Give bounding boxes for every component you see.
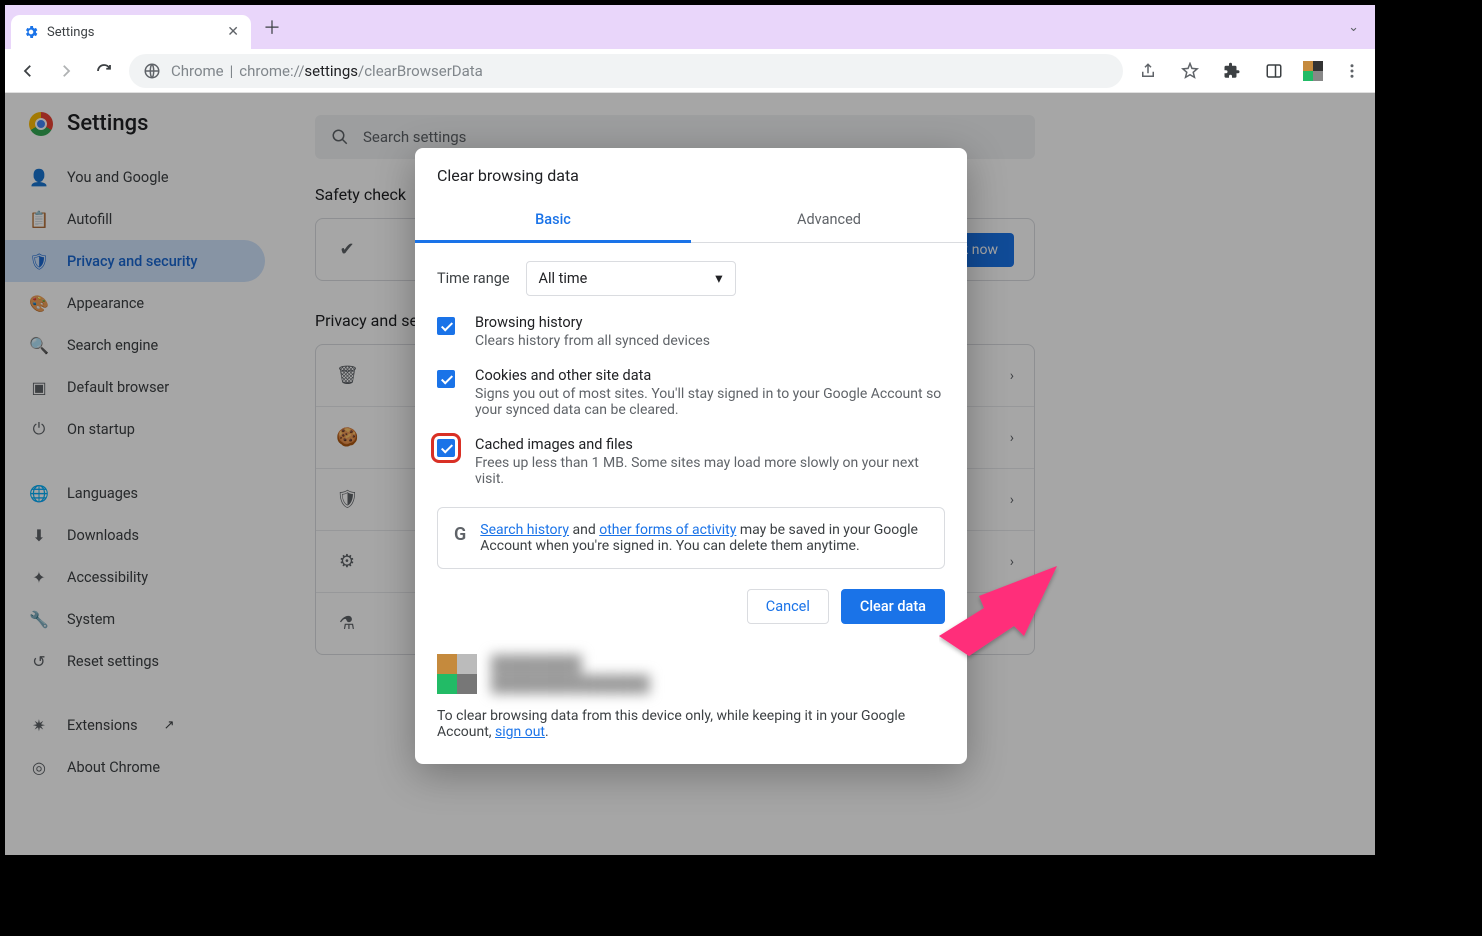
dialog-tabs: Basic Advanced: [415, 199, 967, 243]
site-info-icon[interactable]: [143, 62, 161, 80]
url-prefix: Chrome: [171, 62, 224, 80]
item-title: Cookies and other site data: [475, 367, 945, 384]
item-sub: Frees up less than 1 MB. Some sites may …: [475, 455, 945, 487]
tab-title: Settings: [47, 25, 94, 40]
account-name-blurred: ██████████████████████: [491, 654, 650, 694]
clear-data-button[interactable]: Clear data: [841, 589, 945, 624]
other-activity-link[interactable]: other forms of activity: [599, 522, 736, 538]
checkbox-cached-images[interactable]: [437, 439, 455, 457]
sidepanel-icon[interactable]: [1261, 58, 1287, 84]
share-icon[interactable]: [1135, 58, 1161, 84]
avatar-icon: [437, 654, 477, 694]
settings-icon: [23, 24, 39, 40]
dropdown-icon: ▾: [715, 270, 722, 287]
new-tab-button[interactable]: ＋: [251, 14, 293, 40]
menu-icon[interactable]: [1339, 58, 1365, 84]
dialog-title: Clear browsing data: [415, 148, 967, 199]
tab-advanced[interactable]: Advanced: [691, 199, 967, 242]
tab-basic[interactable]: Basic: [415, 199, 691, 243]
sign-out-note: To clear browsing data from this device …: [415, 704, 967, 764]
item-title: Cached images and files: [475, 436, 945, 453]
back-button[interactable]: [15, 58, 41, 84]
close-tab-icon[interactable]: ✕: [227, 24, 239, 40]
signed-in-account: ██████████████████████: [415, 644, 967, 704]
cancel-button[interactable]: Cancel: [747, 589, 829, 624]
omnibox[interactable]: Chrome | chrome://settings/clearBrowserD…: [129, 54, 1123, 88]
tab-strip: Settings ✕ ＋ ⌄: [5, 5, 1375, 49]
checkbox-cookies[interactable]: [437, 370, 455, 388]
clear-browsing-data-dialog: Clear browsing data Basic Advanced Time …: [415, 148, 967, 764]
sign-out-link[interactable]: sign out: [495, 724, 545, 740]
extensions-icon[interactable]: [1219, 58, 1245, 84]
google-g-icon: G: [454, 524, 466, 545]
google-activity-info: G Search history and other forms of acti…: [437, 507, 945, 569]
reload-button[interactable]: [91, 58, 117, 84]
profile-avatar-icon[interactable]: [1303, 61, 1323, 81]
bookmark-icon[interactable]: [1177, 58, 1203, 84]
tabs-chevron-icon[interactable]: ⌄: [1338, 20, 1369, 35]
time-range-select[interactable]: All time ▾: [526, 261, 736, 296]
browser-tab[interactable]: Settings ✕: [11, 15, 251, 49]
item-title: Browsing history: [475, 314, 710, 331]
item-sub: Signs you out of most sites. You'll stay…: [475, 386, 945, 418]
forward-button[interactable]: [53, 58, 79, 84]
item-sub: Clears history from all synced devices: [475, 333, 710, 349]
checkbox-browsing-history[interactable]: [437, 317, 455, 335]
time-range-label: Time range: [437, 270, 510, 287]
search-history-link[interactable]: Search history: [480, 522, 569, 538]
browser-toolbar: Chrome | chrome://settings/clearBrowserD…: [5, 49, 1375, 93]
time-range-value: All time: [539, 270, 588, 287]
